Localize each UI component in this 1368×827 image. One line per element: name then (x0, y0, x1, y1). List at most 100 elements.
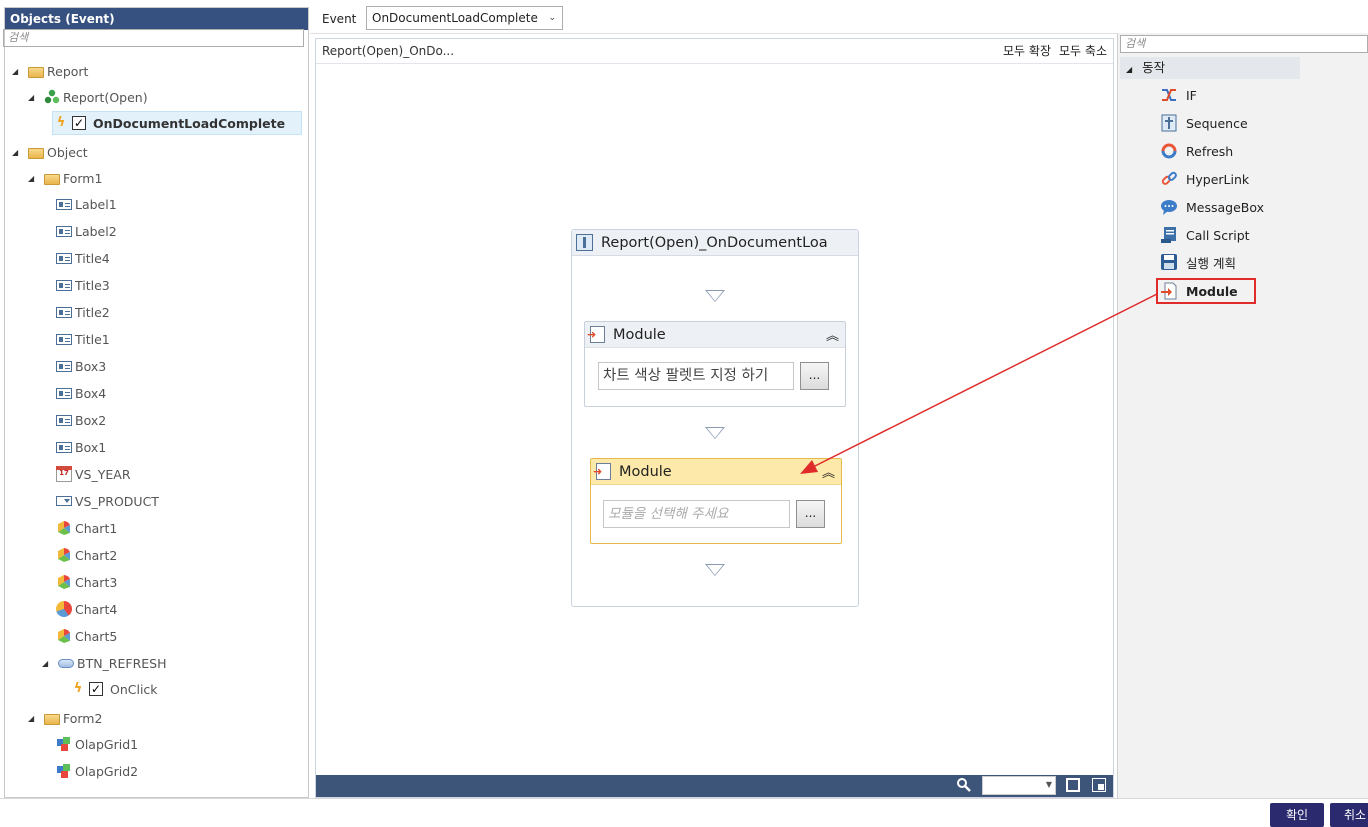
tree-item-chart5[interactable]: Chart5 (56, 624, 117, 648)
module-activity-2[interactable]: Module ︽ 모듈을 선택해 주세요 ... (590, 458, 842, 544)
tree-item-label2[interactable]: Label2 (56, 219, 117, 243)
tree-item-label: Object (47, 144, 88, 160)
tree-item-box3[interactable]: Box3 (56, 354, 106, 378)
tree-item-olapgrid1[interactable]: OlapGrid1 (56, 732, 138, 756)
expand-toggle-icon[interactable]: ◢ (28, 714, 38, 723)
activity-messagebox[interactable]: MessageBox (1160, 196, 1264, 218)
event-bolt-icon: ϟ (73, 681, 83, 696)
sequence-header: Report(Open)_OnDocumentLoa (572, 230, 858, 256)
overview-icon[interactable] (1092, 778, 1106, 792)
tree-item-report-open[interactable]: ◢ Report(Open) (28, 85, 148, 109)
activity-hyperlink[interactable]: HyperLink (1160, 168, 1249, 190)
expand-toggle-icon[interactable]: ◢ (12, 148, 22, 157)
event-select-value: OnDocumentLoadComplete (372, 11, 538, 25)
tree-item-box2[interactable]: Box2 (56, 408, 106, 432)
olap-grid-icon (56, 736, 72, 752)
tree-item-form1[interactable]: ◢ Form1 (28, 166, 102, 190)
module-icon (587, 326, 605, 343)
module-name-field[interactable]: 차트 색상 팔렛트 지정 하기 (598, 362, 794, 390)
module-title: Module (613, 326, 666, 343)
tree-item-chart3[interactable]: Chart3 (56, 570, 117, 594)
activity-label: Refresh (1186, 143, 1234, 159)
ok-button[interactable]: 확인 (1270, 803, 1324, 827)
activity-sequence[interactable]: Sequence (1160, 112, 1248, 134)
module-browse-button[interactable]: ... (800, 362, 829, 390)
expand-toggle-icon[interactable]: ◢ (42, 659, 52, 668)
objects-search-input[interactable]: 검색 (3, 29, 304, 47)
tree-item-form2[interactable]: ◢ Form2 (28, 706, 102, 730)
collapse-icon[interactable]: ︽ (822, 462, 835, 481)
tree-item-label: Label2 (75, 223, 117, 239)
tree-item-label: BTN_REFRESH (77, 655, 167, 671)
chart-icon (56, 628, 72, 644)
tree-item-vs-year[interactable]: 17 VS_YEAR (56, 462, 131, 486)
activity-refresh[interactable]: Refresh (1160, 140, 1233, 162)
button-control-icon (58, 658, 74, 668)
expand-all-link[interactable]: 모두 확장 (1003, 39, 1051, 63)
tree-item-label: Box1 (75, 439, 107, 455)
expand-toggle-icon[interactable]: ◢ (28, 174, 38, 183)
tree-item-label: Box2 (75, 412, 107, 428)
activity-group-header[interactable]: ◢ 동작 (1120, 57, 1300, 79)
collapse-icon[interactable]: ︽ (826, 325, 839, 344)
expand-toggle-icon[interactable]: ◢ (1126, 65, 1132, 74)
divider (0, 798, 1368, 799)
sequence-container[interactable]: Report(Open)_OnDocumentLoa Module ︽ 차트 색… (571, 229, 859, 607)
label-control-icon (56, 414, 72, 426)
module-name-field[interactable]: 모듈을 선택해 주세요 (603, 500, 790, 528)
tree-item-olapgrid2[interactable]: OlapGrid2 (56, 759, 138, 783)
tree-item-label: Form1 (63, 170, 103, 186)
tree-item-label: OnClick (110, 681, 158, 697)
tree-item-chart4[interactable]: Chart4 (56, 597, 117, 621)
canvas-status-bar: ▼ (316, 775, 1113, 797)
tree-item-on-click[interactable]: ϟ ✓ OnClick (70, 677, 158, 701)
tree-item-label1[interactable]: Label1 (56, 192, 117, 216)
event-checkbox[interactable]: ✓ (89, 682, 103, 696)
activity-label: Sequence (1186, 115, 1248, 131)
tree-item-chart1[interactable]: Chart1 (56, 516, 117, 540)
tree-item-label: Form2 (63, 710, 103, 726)
label-control-icon (56, 333, 72, 345)
script-icon (1160, 226, 1178, 244)
label-control-icon (56, 198, 72, 210)
tree-item-label: OlapGrid2 (75, 763, 139, 779)
zoom-select[interactable]: ▼ (982, 776, 1056, 795)
tree-item-label: OnDocumentLoadComplete (93, 115, 286, 131)
tree-item-on-document-load-complete[interactable]: ϟ ✓ OnDocumentLoadComplete (52, 111, 302, 135)
module-browse-button[interactable]: ... (796, 500, 825, 528)
tree-item-vs-product[interactable]: VS_PRODUCT (56, 489, 159, 513)
tree-item-title1[interactable]: Title1 (56, 327, 110, 351)
tree-item-box4[interactable]: Box4 (56, 381, 106, 405)
cancel-button[interactable]: 취소 (1330, 803, 1368, 827)
tree-item-box1[interactable]: Box1 (56, 435, 106, 459)
tree-item-chart2[interactable]: Chart2 (56, 543, 117, 567)
tree-item-report[interactable]: ◢ Report (12, 59, 88, 83)
activity-call-script[interactable]: Call Script (1160, 224, 1250, 246)
module-activity-1[interactable]: Module ︽ 차트 색상 팔렛트 지정 하기 ... (584, 321, 846, 407)
tree-item-object[interactable]: ◢ Object (12, 140, 88, 164)
breadcrumb[interactable]: Report(Open)_OnDo... (322, 44, 454, 58)
objects-panel-title: Objects (Event) (5, 8, 308, 30)
collapse-all-link[interactable]: 모두 축소 (1059, 39, 1107, 63)
tree-item-title4[interactable]: Title4 (56, 246, 110, 270)
activity-if[interactable]: IF (1160, 84, 1197, 106)
sequence-icon (1160, 114, 1178, 132)
chart-icon (56, 520, 72, 536)
workflow-canvas[interactable]: Report(Open)_OnDo... 모두 확장 모두 축소 Report(… (315, 38, 1114, 798)
activity-label: 실행 계획 (1186, 255, 1236, 271)
highlight-box (1156, 278, 1256, 304)
fit-to-screen-icon[interactable] (1066, 778, 1080, 792)
tree-item-title3[interactable]: Title3 (56, 273, 110, 297)
link-icon (1160, 170, 1178, 188)
activities-search-input[interactable]: 검색 (1120, 35, 1368, 53)
expand-toggle-icon[interactable]: ◢ (12, 67, 22, 76)
tree-item-btn-refresh[interactable]: ◢ BTN_REFRESH (42, 651, 167, 675)
event-checkbox[interactable]: ✓ (72, 116, 86, 130)
tree-item-title2[interactable]: Title2 (56, 300, 110, 324)
event-select[interactable]: OnDocumentLoadComplete ⌄ (366, 6, 563, 30)
search-icon[interactable] (956, 777, 972, 793)
expand-toggle-icon[interactable]: ◢ (28, 93, 38, 102)
tree-item-label: Chart3 (75, 574, 118, 590)
activity-execution-plan[interactable]: 실행 계획 (1160, 251, 1236, 273)
refresh-icon (1160, 142, 1178, 160)
